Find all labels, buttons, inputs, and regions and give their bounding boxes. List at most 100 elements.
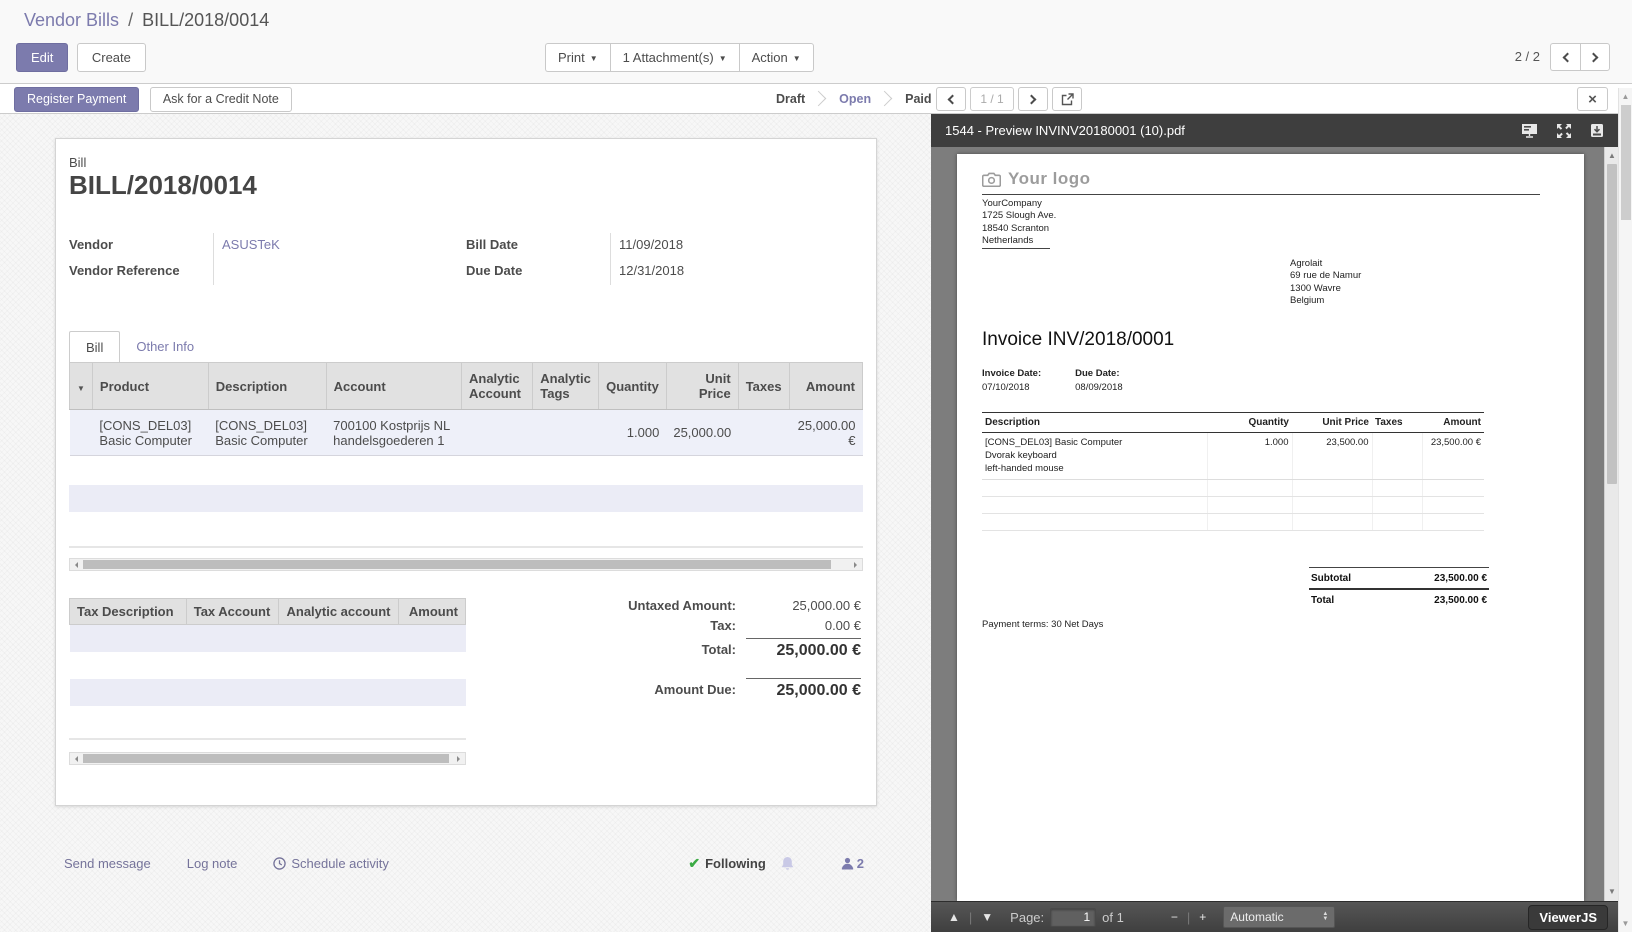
col-header-unit-price[interactable]: Unit Price (666, 363, 738, 410)
odoo-vendor-bill-screen: Vendor Bills / BILL/2018/0014 Edit Creat… (0, 0, 1632, 932)
attachment-next-button[interactable] (1018, 87, 1048, 111)
prev-page-button[interactable]: ▲ (941, 910, 967, 924)
scrollbar-thumb[interactable] (1607, 164, 1617, 484)
scroll-right-arrow-icon[interactable] (457, 756, 463, 762)
col-header-analytic-account[interactable]: Analytic Account (462, 363, 533, 410)
cell-amount: 25,000.00 € (789, 410, 862, 456)
pdf-lines-table: Description Quantity Unit Price Taxes Am… (982, 412, 1484, 531)
record-next-button[interactable] (1580, 43, 1610, 71)
empty-line-stripe (69, 485, 863, 512)
chevron-left-icon (1562, 52, 1572, 62)
clock-icon (273, 857, 286, 870)
caret-down-icon: ▼ (77, 384, 85, 393)
company-address: YourCompany 1725 Slough Ave. 18540 Scran… (982, 198, 1559, 249)
totals-panel: Untaxed Amount: 25,000.00 € Tax: 0.00 € … (591, 598, 861, 705)
scrollbar-thumb[interactable] (83, 754, 449, 763)
following-toggle[interactable]: ✔Following (688, 855, 765, 872)
scroll-down-arrow-icon[interactable]: ▼ (1619, 917, 1632, 930)
col-header-description[interactable]: Description (208, 363, 326, 410)
zoom-out-button[interactable]: − (1164, 910, 1185, 924)
scroll-down-arrow-icon[interactable]: ▼ (1605, 885, 1618, 899)
record-prev-button[interactable] (1550, 43, 1580, 71)
statusbar: Register Payment Ask for a Credit Note D… (0, 83, 1632, 114)
cell-product: [CONS_DEL03] Basic Computer (92, 410, 208, 456)
action-dropdown[interactable]: Action▼ (739, 43, 814, 72)
credit-note-button[interactable]: Ask for a Credit Note (150, 87, 292, 112)
scrollbar-thumb[interactable] (83, 560, 831, 569)
col-header-analytic-account[interactable]: Analytic account (279, 599, 399, 625)
tax-horizontal-scrollbar[interactable] (69, 752, 466, 765)
breadcrumb-vendor-bills-link[interactable]: Vendor Bills (24, 10, 119, 30)
scroll-up-arrow-icon[interactable]: ▲ (1619, 90, 1632, 103)
col-header-taxes[interactable]: Taxes (738, 363, 789, 410)
amount-due-value: 25,000.00 € (746, 678, 861, 700)
open-attachment-window-button[interactable] (1052, 87, 1082, 111)
status-step-paid: Paid (899, 92, 937, 106)
pdf-line-row: [CONS_DEL03] Basic Computer Dvorak keybo… (982, 433, 1484, 480)
col-header-tax-description[interactable]: Tax Description (70, 599, 187, 625)
activities-button[interactable] (780, 856, 795, 871)
log-note-button[interactable]: Log note (187, 856, 238, 871)
close-preview-button[interactable]: × (1577, 87, 1608, 111)
total-label: Total: (702, 642, 746, 657)
list-divider (69, 546, 863, 548)
col-header-amount[interactable]: Amount (789, 363, 862, 410)
edit-button[interactable]: Edit (16, 43, 68, 72)
col-header-quantity[interactable]: Quantity (599, 363, 667, 410)
scroll-up-arrow-icon[interactable]: ▲ (1605, 149, 1618, 163)
dates-field-group: Bill Date 11/09/2018 Due Date 12/31/2018 (466, 233, 864, 285)
fullscreen-button[interactable] (1556, 123, 1572, 139)
presentation-icon (1521, 123, 1538, 138)
presentation-mode-button[interactable] (1521, 123, 1538, 138)
pdf-subtotal-value: 23,500.00 € (1434, 573, 1487, 584)
control-panel: Vendor Bills / BILL/2018/0014 Edit Creat… (0, 0, 1632, 83)
zoom-mode-select[interactable]: Automatic ▲▼ (1223, 906, 1335, 928)
vendor-value-link[interactable]: ASUSTeK (222, 237, 280, 252)
chevron-down-icon: ▼ (793, 55, 801, 63)
pdf-vertical-scrollbar[interactable]: ▲ ▼ (1604, 147, 1618, 901)
attachment-pager: 1 / 1 (936, 87, 1086, 111)
next-page-button[interactable]: ▼ (974, 910, 1000, 924)
chatter: Send message Log note Schedule activity … (64, 855, 864, 872)
pdf-scroll-area[interactable]: Your logo YourCompany 1725 Slough Ave. 1… (931, 147, 1618, 901)
pdf-due-date-value: 08/09/2018 (1075, 382, 1123, 393)
scrollbar-thumb[interactable] (1621, 105, 1631, 220)
download-button[interactable] (1590, 123, 1604, 138)
tab-other-info[interactable]: Other Info (120, 331, 210, 362)
vendor-reference-value (213, 259, 459, 285)
scroll-left-arrow-icon[interactable] (72, 756, 78, 762)
col-header-tax-account[interactable]: Tax Account (186, 599, 279, 625)
download-icon (1590, 123, 1604, 138)
zoom-in-button[interactable]: + (1192, 910, 1213, 924)
fullscreen-icon (1556, 123, 1572, 139)
list-divider (69, 738, 466, 740)
invoice-line-row[interactable]: [CONS_DEL03] Basic Computer [CONS_DEL03]… (70, 410, 863, 456)
create-button[interactable]: Create (77, 43, 146, 72)
page-number-input[interactable] (1050, 908, 1096, 927)
page-vertical-scrollbar[interactable]: ▲ ▼ (1618, 88, 1632, 932)
cell-analytic-account (462, 410, 533, 456)
preview-header: 1544 - Preview INVINV20180001 (10).pdf (931, 114, 1618, 147)
viewerjs-brand-button[interactable]: ViewerJS (1528, 905, 1608, 930)
scroll-left-arrow-icon[interactable] (72, 562, 78, 568)
schedule-activity-button[interactable]: Schedule activity (273, 856, 389, 871)
attachment-prev-button[interactable] (936, 87, 966, 111)
cell-description: [CONS_DEL03] Basic Computer (208, 410, 326, 456)
followers-button[interactable]: 2 (841, 856, 864, 871)
col-header-product[interactable]: Product (92, 363, 208, 410)
col-header-tax-amount[interactable]: Amount (399, 599, 466, 625)
invoice-dates: Invoice Date: 07/10/2018 Due Date: 08/09… (982, 368, 1157, 393)
register-payment-button[interactable]: Register Payment (14, 87, 139, 112)
chevron-right-icon (1589, 52, 1599, 62)
col-header-analytic-tags[interactable]: Analytic Tags (533, 363, 599, 410)
optional-columns-toggle[interactable]: ▼ (70, 363, 93, 410)
tab-bill[interactable]: Bill (69, 331, 120, 363)
col-header-account[interactable]: Account (326, 363, 461, 410)
scroll-right-arrow-icon[interactable] (854, 562, 860, 568)
tax-lines-table: Tax Description Tax Account Analytic acc… (69, 598, 466, 706)
due-date-label: Due Date (466, 259, 610, 278)
lines-horizontal-scrollbar[interactable] (69, 558, 863, 571)
attachments-dropdown[interactable]: 1 Attachment(s)▼ (610, 43, 739, 72)
send-message-button[interactable]: Send message (64, 856, 151, 871)
print-dropdown[interactable]: Print▼ (545, 43, 610, 72)
